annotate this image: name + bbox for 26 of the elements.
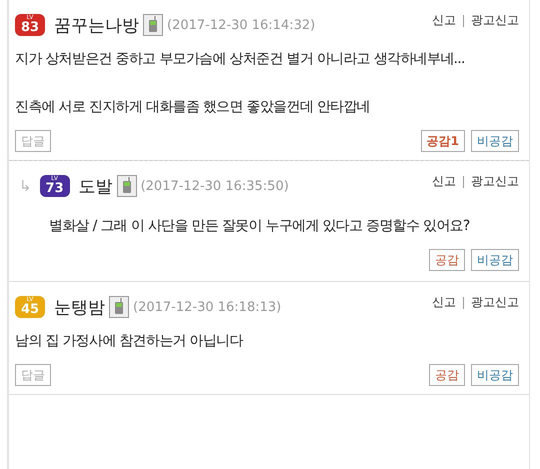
like-button[interactable]: 공감1 [420, 130, 465, 152]
report-link[interactable]: 신고 [432, 173, 456, 190]
comment-date: (2017-12-30 16:18:13) [133, 300, 282, 314]
like-button[interactable]: 공감 [429, 249, 465, 271]
mobile-phone-icon [143, 14, 163, 36]
dislike-button[interactable]: 비공감 [471, 249, 519, 271]
comment-date: (2017-12-30 16:14:32) [167, 18, 316, 32]
dislike-button[interactable]: 비공감 [471, 130, 519, 152]
mobile-phone-icon [109, 296, 129, 318]
comment-text: 지가 상처받은건 중하고 부모가슴에 상처준건 별거 아니라고 생각하네부네... [15, 50, 465, 69]
ad-report-link[interactable]: 광고신고 [471, 294, 519, 311]
comment-text: 별화살 / 그래 이 사단을 만든 잘못이 누구에게 있다고 증명할수 있어요? [49, 217, 470, 236]
username: 꿈꾸는나방 [54, 14, 139, 36]
report-link[interactable]: 신고 [432, 294, 456, 311]
comment-text: 남의 집 가정사에 참견하는거 아닙니다 [15, 332, 243, 351]
ad-report-link[interactable]: 광고신고 [471, 12, 519, 29]
username: 눈탱밤 [54, 296, 105, 318]
dislike-button[interactable]: 비공감 [471, 364, 519, 386]
report-link[interactable]: 신고 [432, 12, 456, 29]
comment-text: 진측에 서로 진지하게 대화를좀 했으면 좋았을껀데 안타깝네 [15, 98, 370, 117]
like-button[interactable]: 공감 [429, 364, 465, 386]
mobile-phone-icon [116, 175, 137, 197]
reply-arrow-icon: ↳ [19, 177, 32, 195]
comment-date: (2017-12-30 16:35:50) [140, 178, 289, 194]
ad-report-link[interactable]: 광고신고 [471, 173, 519, 190]
username: 도발 [78, 176, 113, 198]
